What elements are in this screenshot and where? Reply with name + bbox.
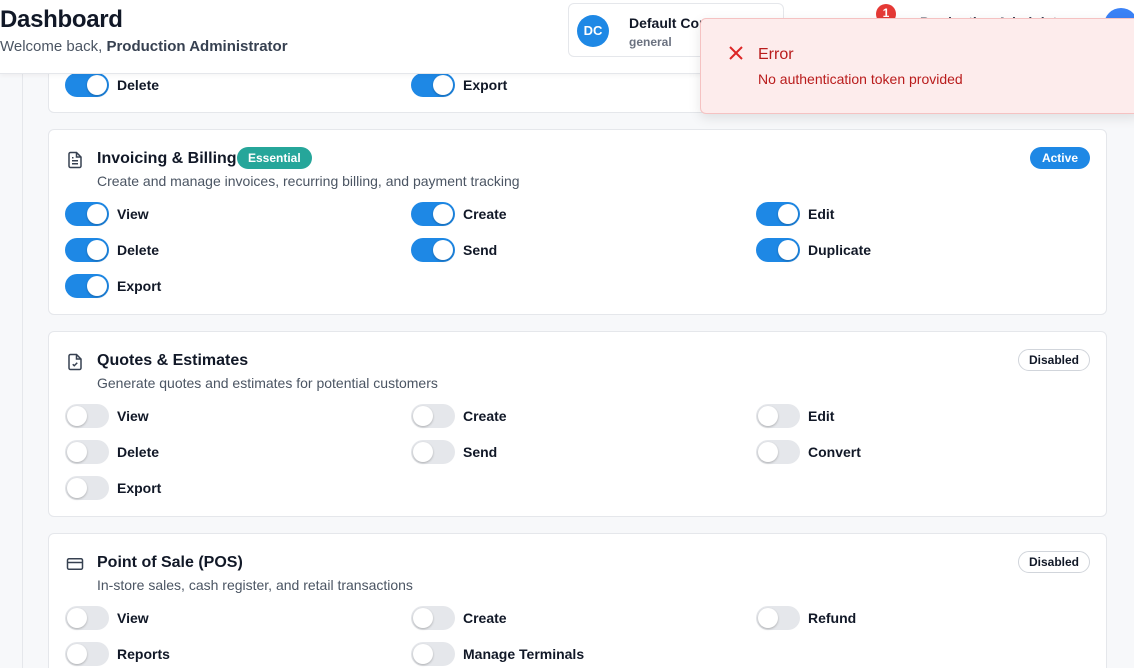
module-title: Invoicing & Billing xyxy=(97,150,237,167)
permission-delete[interactable]: Delete xyxy=(65,71,159,99)
module-title: Point of Sale (POS) xyxy=(97,554,243,571)
permission-refund[interactable]: Refund xyxy=(756,604,856,632)
module-description: Create and manage invoices, recurring bi… xyxy=(97,173,520,189)
permission-view[interactable]: View xyxy=(65,200,149,228)
toggle-switch[interactable] xyxy=(756,440,800,464)
welcome-prefix: Welcome back, xyxy=(0,38,107,55)
toggle-switch[interactable] xyxy=(65,440,109,464)
permission-create[interactable]: Create xyxy=(411,604,507,632)
error-toast[interactable]: Error No authentication token provided xyxy=(700,18,1134,114)
toggle-switch[interactable] xyxy=(65,202,109,226)
permission-edit[interactable]: Edit xyxy=(756,402,834,430)
permission-label: Send xyxy=(463,242,498,258)
permission-label: View xyxy=(117,408,149,424)
permission-export[interactable]: Export xyxy=(411,71,507,99)
toggle-switch[interactable] xyxy=(411,202,455,226)
permission-edit[interactable]: Edit xyxy=(756,200,834,228)
permission-label: Duplicate xyxy=(808,242,872,258)
toggle-switch[interactable] xyxy=(411,440,455,464)
module-card-pos: Point of Sale (POS) Disabled In-store sa… xyxy=(48,533,1107,668)
module-card-invoicing: Invoicing & Billing Essential Active Cre… xyxy=(48,129,1107,315)
close-icon[interactable] xyxy=(729,46,743,60)
permission-label: Send xyxy=(463,444,498,460)
company-type: general xyxy=(629,35,672,49)
toggle-switch[interactable] xyxy=(65,404,109,428)
permission-label: Create xyxy=(463,206,507,222)
permission-label: Delete xyxy=(117,242,160,258)
toggle-switch[interactable] xyxy=(756,238,800,262)
permission-label: Create xyxy=(463,408,507,424)
permission-delete[interactable]: Delete xyxy=(65,236,159,264)
permission-label: Delete xyxy=(117,77,160,93)
toggle-switch[interactable] xyxy=(65,606,109,630)
toggle-switch[interactable] xyxy=(756,202,800,226)
status-badge: Active xyxy=(1029,147,1090,169)
permission-export[interactable]: Export xyxy=(65,474,161,502)
permission-label: Create xyxy=(463,610,507,626)
permission-label: View xyxy=(117,206,149,222)
toggle-switch[interactable] xyxy=(756,404,800,428)
permission-label: Export xyxy=(117,480,162,496)
toggle-switch[interactable] xyxy=(411,73,455,97)
essential-badge: Essential xyxy=(237,147,312,169)
permission-view[interactable]: View xyxy=(65,402,149,430)
toggle-switch[interactable] xyxy=(411,238,455,262)
permission-label: Edit xyxy=(808,206,835,222)
welcome-user-name: Production Administrator xyxy=(106,38,288,55)
status-badge: Disabled xyxy=(1017,349,1090,371)
welcome-text: Welcome back, Production Administrator xyxy=(0,38,288,55)
toggle-switch[interactable] xyxy=(65,73,109,97)
permission-delete[interactable]: Delete xyxy=(65,438,159,466)
permission-manage-terminals[interactable]: Manage Terminals xyxy=(411,640,584,668)
toggle-switch[interactable] xyxy=(65,238,109,262)
company-avatar: DC xyxy=(577,15,609,47)
file-check-icon xyxy=(68,353,82,371)
permission-label: Delete xyxy=(117,444,160,460)
permission-label: Reports xyxy=(117,646,170,662)
toast-message: No authentication token provided xyxy=(758,71,963,87)
permission-send[interactable]: Send xyxy=(411,236,497,264)
toggle-switch[interactable] xyxy=(65,274,109,298)
module-title: Quotes & Estimates xyxy=(97,352,249,369)
permission-label: Export xyxy=(117,278,162,294)
permission-label: Edit xyxy=(808,408,835,424)
permission-create[interactable]: Create xyxy=(411,402,507,430)
permission-convert[interactable]: Convert xyxy=(756,438,861,466)
permission-label: Manage Terminals xyxy=(463,646,585,662)
company-name: Default Con xyxy=(629,15,708,31)
sidebar-divider xyxy=(22,74,23,668)
document-icon xyxy=(68,151,82,169)
permission-label: Refund xyxy=(808,610,857,626)
permission-duplicate[interactable]: Duplicate xyxy=(756,236,871,264)
toggle-switch[interactable] xyxy=(65,642,109,666)
status-badge: Disabled xyxy=(1017,551,1090,573)
toggle-switch[interactable] xyxy=(411,606,455,630)
permission-label: Convert xyxy=(808,444,861,460)
permission-export[interactable]: Export xyxy=(65,272,161,300)
permission-create[interactable]: Create xyxy=(411,200,507,228)
toggle-switch[interactable] xyxy=(411,642,455,666)
permission-label: View xyxy=(117,610,149,626)
module-description: Generate quotes and estimates for potent… xyxy=(97,375,438,391)
module-card-quotes: Quotes & Estimates Disabled Generate quo… xyxy=(48,331,1107,517)
module-description: In-store sales, cash register, and retai… xyxy=(97,577,413,593)
credit-card-icon xyxy=(66,558,84,570)
page-title: Dashboard xyxy=(0,6,123,33)
toggle-switch[interactable] xyxy=(756,606,800,630)
toast-title: Error xyxy=(758,46,794,63)
toggle-switch[interactable] xyxy=(65,476,109,500)
permission-reports[interactable]: Reports xyxy=(65,640,170,668)
toggle-switch[interactable] xyxy=(411,404,455,428)
permission-send[interactable]: Send xyxy=(411,438,497,466)
permission-view[interactable]: View xyxy=(65,604,149,632)
permission-label: Export xyxy=(463,77,508,93)
